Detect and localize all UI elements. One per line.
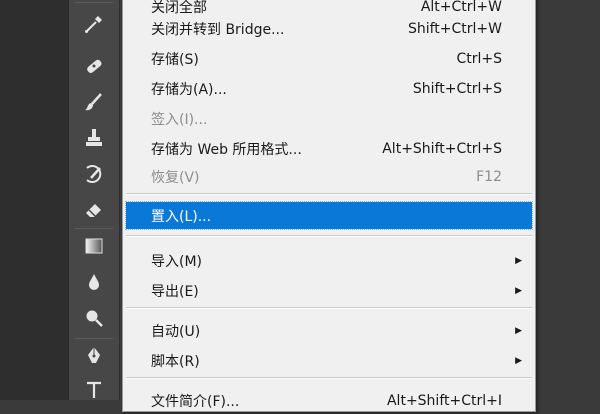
brush-icon[interactable] [76, 88, 112, 116]
toolbar-separator [75, 338, 113, 339]
menu-item-shortcut: Alt+Ctrl+W [420, 0, 502, 15]
menu-separator [126, 193, 532, 195]
menu-item-save[interactable]: 存储(S) Ctrl+S [126, 45, 532, 72]
menu-item-label: 存储为(A)... [151, 81, 227, 98]
menu-item-scripts[interactable]: 脚本(R) ▶ [126, 347, 532, 374]
menu-separator [126, 377, 532, 379]
menu-item-import[interactable]: 导入(M) ▶ [126, 247, 532, 274]
submenu-arrow-icon: ▶ [515, 255, 522, 266]
gradient-icon[interactable] [76, 232, 112, 260]
menu-item-save-for-web[interactable]: 存储为 Web 所用格式... Alt+Shift+Ctrl+S [126, 135, 532, 162]
menu-item-close-and-go-to-bridge[interactable]: 关闭并转到 Bridge... Shift+Ctrl+W [126, 15, 532, 42]
menu-item-label: 脚本(R) [151, 353, 200, 370]
menu-item-label: 导出(E) [151, 283, 199, 300]
file-menu-dropdown: 关闭全部 Alt+Ctrl+W 关闭并转到 Bridge... Shift+Ct… [122, 0, 536, 412]
menu-item-revert: 恢复(V) F12 [126, 163, 532, 190]
menu-item-shortcut: Shift+Ctrl+S [412, 80, 502, 97]
menu-item-label: 文件简介(F)... [151, 393, 240, 410]
menu-item-label: 存储(S) [151, 51, 199, 68]
menu-item-save-as[interactable]: 存储为(A)... Shift+Ctrl+S [126, 75, 532, 102]
menu-item-shortcut: Shift+Ctrl+W [407, 20, 502, 37]
submenu-arrow-icon: ▶ [515, 355, 522, 366]
eyedropper-icon[interactable] [76, 10, 112, 38]
eraser-icon[interactable] [76, 196, 112, 224]
left-panel-background [0, 0, 68, 400]
menu-item-label: 恢复(V) [151, 169, 200, 186]
menu-separator [126, 307, 532, 309]
menu-item-place[interactable]: 置入(L)... [125, 201, 533, 230]
submenu-arrow-icon: ▶ [515, 325, 522, 336]
blur-icon[interactable] [76, 268, 112, 296]
menu-item-file-info[interactable]: 文件简介(F)... Alt+Shift+Ctrl+I [126, 387, 532, 414]
pen-icon[interactable] [76, 342, 112, 370]
menu-item-label: 置入(L)... [151, 208, 212, 225]
dodge-icon[interactable] [76, 304, 112, 332]
tools-panel [68, 0, 120, 400]
submenu-arrow-icon: ▶ [515, 285, 522, 296]
healing-brush-icon[interactable] [76, 52, 112, 80]
menu-separator [126, 235, 532, 237]
menu-item-automate[interactable]: 自动(U) ▶ [126, 317, 532, 344]
menu-item-label: 导入(M) [151, 253, 203, 270]
menu-item-check-in: 签入(I)... [126, 105, 532, 132]
menu-item-label: 存储为 Web 所用格式... [151, 141, 302, 158]
menu-item-label: 关闭并转到 Bridge... [151, 21, 285, 38]
menu-item-shortcut: Alt+Shift+Ctrl+I [386, 392, 502, 409]
menu-item-shortcut: Ctrl+S [456, 50, 502, 67]
menu-item-export[interactable]: 导出(E) ▶ [126, 277, 532, 304]
menu-item-label: 签入(I)... [151, 111, 208, 128]
menu-item-shortcut: Alt+Shift+Ctrl+S [382, 140, 502, 157]
history-brush-icon[interactable] [76, 160, 112, 188]
clone-stamp-icon[interactable] [76, 124, 112, 152]
toolbar-separator [75, 228, 113, 229]
toolbar-separator [75, 2, 113, 3]
menu-item-shortcut: F12 [476, 168, 502, 185]
menu-item-label: 自动(U) [151, 323, 201, 340]
